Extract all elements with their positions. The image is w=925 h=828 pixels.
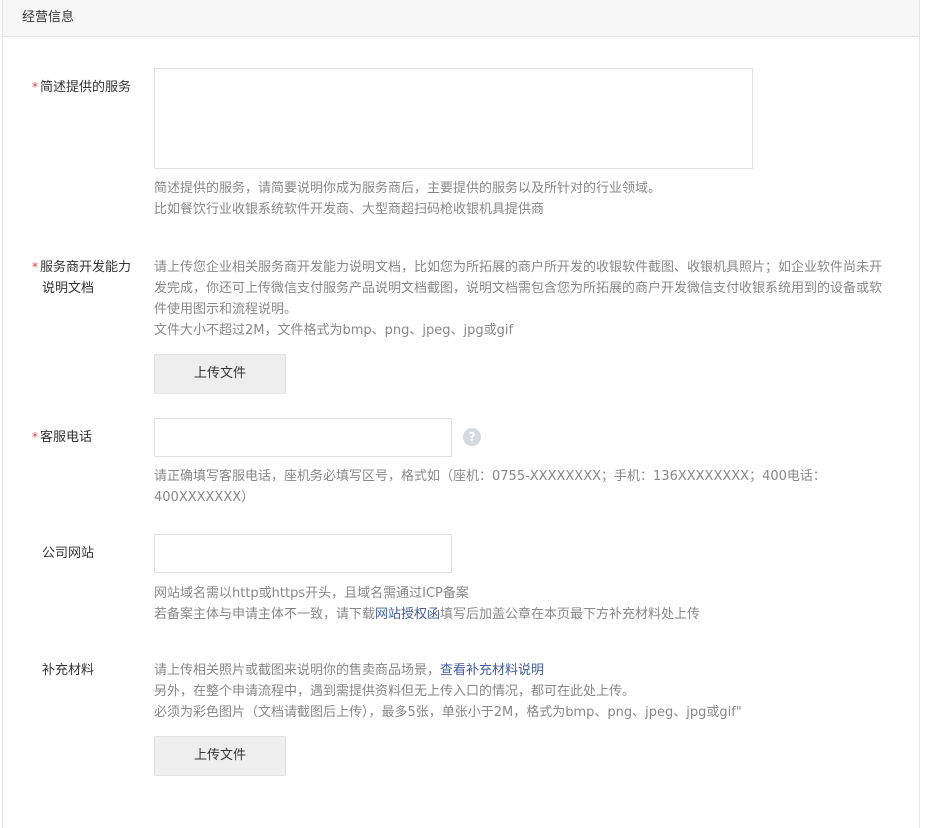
required-mark: * xyxy=(32,80,38,94)
supplement-guide-link[interactable]: 查看补充材料说明 xyxy=(440,663,544,678)
service-desc-hint: 简述提供的服务，请简要说明你成为服务商后，主要提供的服务以及所针对的行业领域。 … xyxy=(154,178,889,220)
service-desc-textarea[interactable] xyxy=(154,68,753,169)
service-phone-label-text: 客服电话 xyxy=(40,430,93,445)
website-hint-text: 填写后加盖公章在本页最下方补充材料处上传 xyxy=(440,607,701,622)
supplement-hint-line1: 请上传相关照片或截图来说明你的售卖商品场景，查看补充材料说明 xyxy=(154,660,889,681)
required-mark: * xyxy=(32,430,38,444)
website-hint-line2: 若备案主体与申请主体不一致，请下载网站授权函填写后加盖公章在本页最下方补充材料处… xyxy=(154,604,889,625)
panel-title: 经营信息 xyxy=(22,10,75,25)
website-hint: 网站域名需以http或https开头，且域名需通过ICP备案 若备案主体与申请主… xyxy=(154,583,889,625)
capability-doc-label: * 服务商开发能力 说明文档 xyxy=(32,257,131,299)
panel-header: 经营信息 xyxy=(3,0,919,37)
service-desc-label-text: 简述提供的服务 xyxy=(40,80,132,95)
supplement-label: 补充材料 xyxy=(42,663,95,678)
supplement-hint-text: 请上传相关照片或截图来说明你的售卖商品场景， xyxy=(154,663,441,678)
service-phone-input[interactable] xyxy=(154,418,452,457)
capability-doc-hint-line: 请上传您企业相关服务商开发能力说明文档，比如您为所拓展的商户所开发的收银软件截图… xyxy=(154,260,883,317)
website-input[interactable] xyxy=(154,534,452,573)
service-desc-hint-line: 比如餐饮行业收银系统软件开发商、大型商超扫码枪收银机具提供商 xyxy=(154,202,545,217)
website-hint-line1: 网站域名需以http或https开头，且域名需通过ICP备案 xyxy=(154,586,469,601)
supplement-hint: 请上传相关照片或截图来说明你的售卖商品场景，查看补充材料说明 另外，在整个申请流… xyxy=(154,660,889,723)
website-hint-text: 若备案主体与申请主体不一致，请下载 xyxy=(154,607,376,622)
capability-doc-hint: 请上传您企业相关服务商开发能力说明文档，比如您为所拓展的商户所开发的收银软件截图… xyxy=(154,257,889,341)
supplement-upload-button[interactable]: 上传文件 xyxy=(154,736,286,776)
service-desc-label: * 简述提供的服务 xyxy=(32,77,131,98)
service-phone-label: * 客服电话 xyxy=(32,427,92,448)
capability-doc-label-line2: 说明文档 xyxy=(42,281,95,296)
capability-doc-upload-button[interactable]: 上传文件 xyxy=(154,354,286,394)
website-authorization-link[interactable]: 网站授权函 xyxy=(375,607,440,622)
business-info-panel: 经营信息 * 简述提供的服务 简述提供的服务，请简要说明你成为服务商后，主要提供的… xyxy=(2,0,920,828)
required-mark: * xyxy=(32,260,38,274)
service-phone-hint-text: 请正确填写客服电话，座机务必填写区号，格式如（座机：0755-XXXXXXXX；… xyxy=(154,469,826,505)
service-phone-hint: 请正确填写客服电话，座机务必填写区号，格式如（座机：0755-XXXXXXXX；… xyxy=(154,466,889,508)
supplement-hint-line3: 必须为彩色图片（文档请截图后上传），最多5张，单张小于2M，格式为bmp、png… xyxy=(154,705,742,720)
website-label: 公司网站 xyxy=(42,546,95,561)
service-desc-hint-line: 简述提供的服务，请简要说明你成为服务商后，主要提供的服务以及所针对的行业领域。 xyxy=(154,181,662,196)
capability-doc-label-line1: 服务商开发能力 xyxy=(40,260,132,275)
question-circle-icon[interactable]: ? xyxy=(463,428,481,446)
capability-doc-hint-line: 文件大小不超过2M，文件格式为bmp、png、jpeg、jpg或gif xyxy=(154,323,514,338)
supplement-hint-line2: 另外，在整个申请流程中，遇到需提供资料但无上传入口的情况，都可在此处上传。 xyxy=(154,684,636,699)
